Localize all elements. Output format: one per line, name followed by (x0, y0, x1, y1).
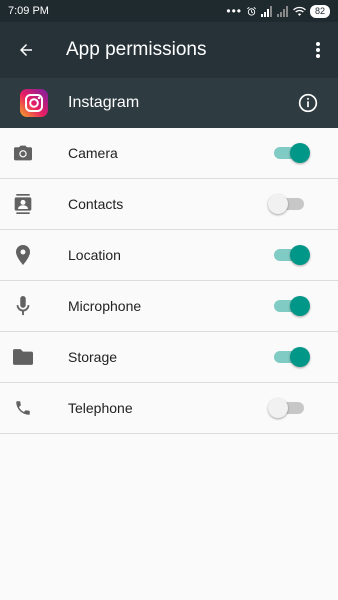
storage-toggle[interactable] (262, 342, 320, 372)
permission-icon-container (0, 296, 46, 316)
toggle-thumb (290, 347, 310, 367)
alarm-icon (247, 6, 256, 16)
permission-row-contacts[interactable]: Contacts (0, 179, 338, 230)
permission-label: Location (68, 247, 121, 263)
page-title: App permissions (66, 39, 207, 60)
permission-row-telephone[interactable]: Telephone (0, 383, 338, 434)
battery-icon: 82 (309, 4, 330, 18)
info-icon (298, 93, 318, 113)
permission-label: Telephone (68, 400, 133, 416)
camera-toggle[interactable] (262, 138, 320, 168)
more-dots-icon: ••• (226, 4, 242, 18)
permission-icon-container (0, 194, 46, 214)
app-info-button[interactable] (278, 93, 338, 113)
app-header: Instagram (0, 78, 338, 128)
status-time: 7:09 PM (8, 5, 49, 17)
instagram-icon (20, 89, 48, 117)
toggle-thumb (290, 296, 310, 316)
signal-icon (260, 5, 272, 17)
more-vert-icon (316, 42, 320, 58)
permission-icon-container (0, 245, 46, 265)
contacts-toggle[interactable] (262, 189, 320, 219)
microphone-toggle[interactable] (262, 291, 320, 321)
arrow-back-icon (20, 44, 32, 56)
phone-icon (16, 401, 30, 415)
folder-icon (13, 349, 33, 365)
signal-icon (276, 5, 288, 17)
toggle-thumb (290, 143, 310, 163)
permission-icon-container (0, 144, 46, 162)
location-toggle[interactable] (262, 240, 320, 270)
back-button[interactable] (0, 41, 52, 59)
permission-label: Camera (68, 145, 118, 161)
permission-icon-container (0, 399, 46, 417)
telephone-toggle[interactable] (262, 393, 320, 423)
toggle-thumb (290, 245, 310, 265)
status-bar: 7:09 PM ••• 82 (0, 0, 338, 22)
camera-icon (14, 145, 32, 161)
microphone-icon (16, 296, 30, 316)
location-icon (16, 245, 30, 265)
toggle-thumb (268, 194, 288, 214)
app-toolbar: App permissions (0, 22, 338, 78)
permission-label: Contacts (68, 196, 124, 212)
permission-label: Storage (68, 349, 118, 365)
permission-list: Camera Contacts Location Microphone Stor… (0, 128, 338, 434)
permission-row-location[interactable]: Location (0, 230, 338, 281)
wifi-icon (293, 6, 306, 16)
more-options-button[interactable] (298, 41, 338, 59)
permission-icon-container (0, 349, 46, 365)
contacts-icon (14, 194, 32, 214)
app-name: Instagram (68, 94, 140, 111)
permission-row-camera[interactable]: Camera (0, 128, 338, 179)
permission-row-storage[interactable]: Storage (0, 332, 338, 383)
status-icons: ••• 82 (226, 4, 330, 18)
permission-label: Microphone (68, 298, 142, 314)
toggle-thumb (268, 398, 288, 418)
permission-row-microphone[interactable]: Microphone (0, 281, 338, 332)
app-icon-container (0, 89, 68, 117)
